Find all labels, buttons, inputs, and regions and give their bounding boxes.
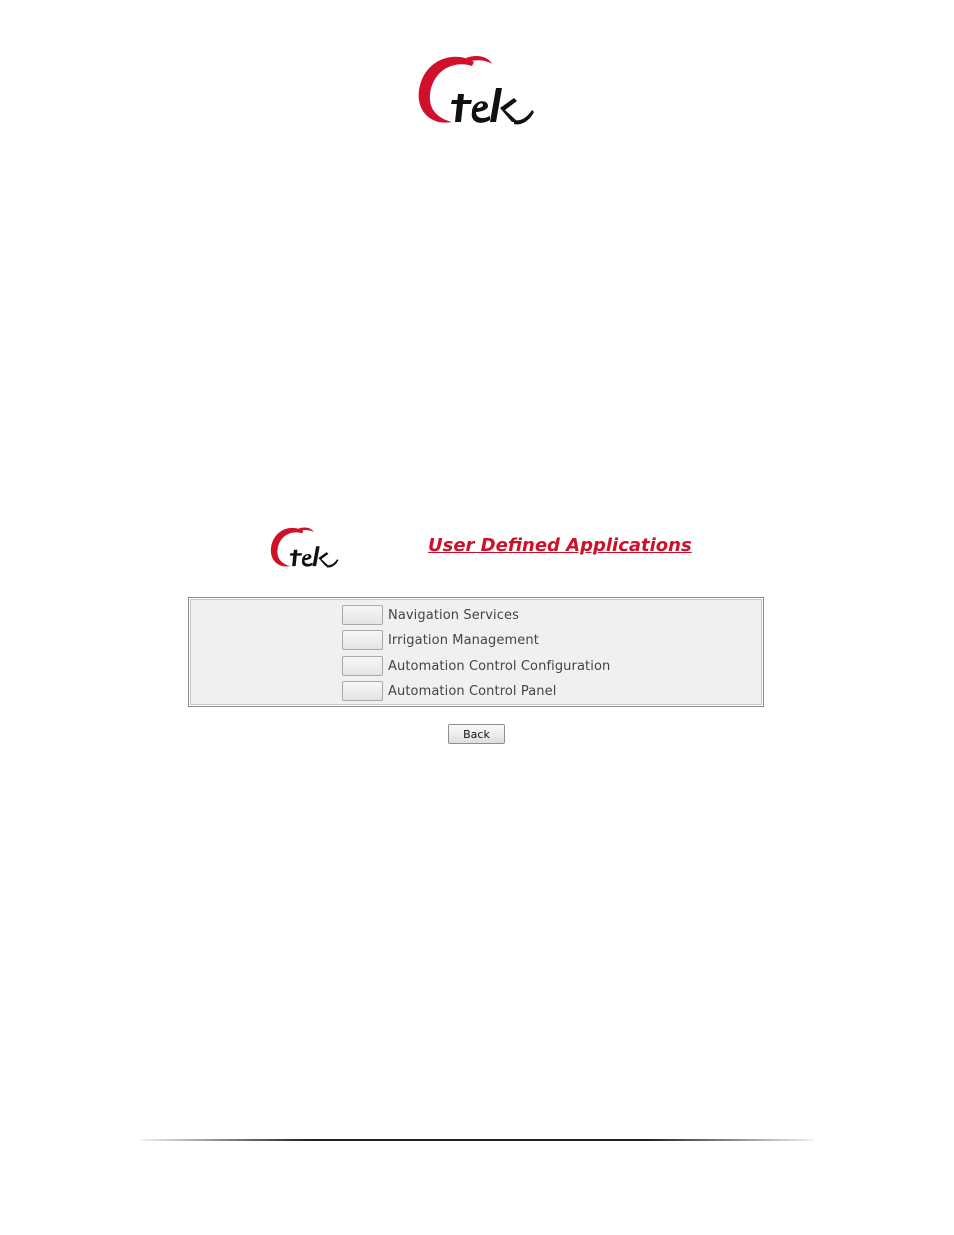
ctek-logo-graphic [270, 527, 339, 568]
automation-control-configuration-label: Automation Control Configuration [388, 658, 611, 674]
ctek-logo-graphic [418, 56, 534, 125]
automation-control-panel-label: Automation Control Panel [388, 683, 557, 699]
app-row-automation-control-panel: Automation Control Panel [342, 680, 556, 702]
page-title[interactable]: User Defined Applications [428, 535, 692, 556]
irrigation-management-label: Irrigation Management [388, 632, 539, 648]
footer-divider [140, 1139, 814, 1141]
automation-control-panel-button[interactable] [342, 681, 383, 701]
app-row-navigation-services: Navigation Services [342, 604, 519, 626]
ctek-logo-top [414, 50, 540, 132]
applications-panel: Navigation Services Irrigation Managemen… [188, 597, 764, 707]
irrigation-management-button[interactable] [342, 630, 383, 650]
automation-control-configuration-button[interactable] [342, 656, 383, 676]
navigation-services-button[interactable] [342, 605, 383, 625]
ctek-logo-header [268, 524, 342, 572]
navigation-services-label: Navigation Services [388, 607, 519, 623]
app-row-automation-control-configuration: Automation Control Configuration [342, 655, 610, 677]
app-row-irrigation-management: Irrigation Management [342, 629, 539, 651]
back-button[interactable]: Back [448, 724, 505, 744]
